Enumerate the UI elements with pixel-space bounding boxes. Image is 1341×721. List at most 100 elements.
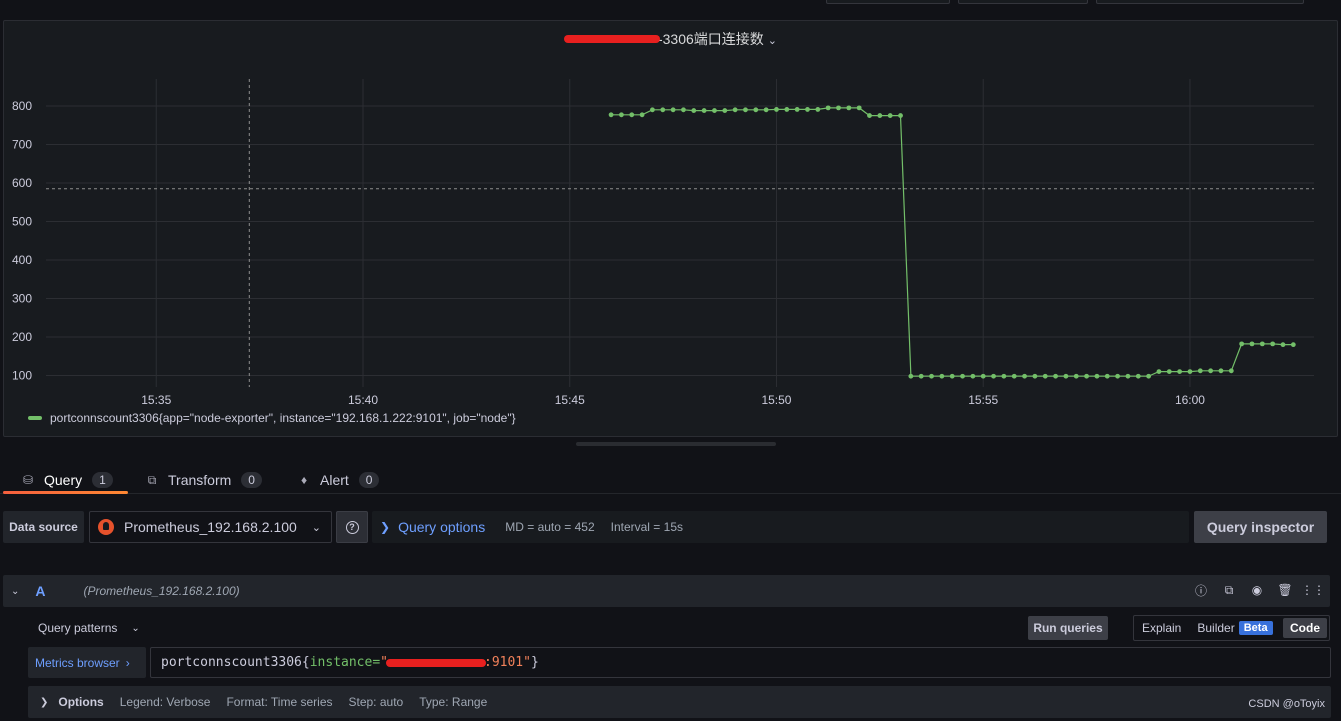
- data-point: [1022, 373, 1027, 379]
- x-tick-label: 16:00: [1175, 393, 1205, 407]
- data-point: [1208, 368, 1214, 374]
- editor-tabs: ⛁ Query 1 ⧉ Transform 0 ♦ Alert 0: [0, 460, 1341, 494]
- query-patterns-button[interactable]: Query patterns ⌄: [28, 615, 140, 641]
- chevron-down-icon: ⌄: [311, 522, 321, 534]
- data-point: [960, 373, 965, 379]
- query-row-header: ⌄ A (Prometheus_192.168.2.100) ⓘ ⧉ ◉ 🗑 ⋮…: [3, 575, 1330, 607]
- data-point: [939, 373, 945, 379]
- data-source-select[interactable]: Prometheus_192.168.2.100 ⌄: [89, 511, 332, 543]
- data-point: [732, 107, 738, 113]
- data-point: [619, 112, 624, 118]
- data-point: [836, 105, 841, 111]
- query-inspector-button[interactable]: Query inspector: [1194, 511, 1327, 543]
- data-point: [980, 373, 986, 379]
- eye-icon[interactable]: ◉: [1250, 583, 1264, 597]
- data-point: [1063, 373, 1069, 379]
- data-point: [608, 112, 614, 118]
- data-point: [743, 107, 748, 113]
- data-point: [1156, 369, 1162, 374]
- legend[interactable]: portconnscount3306{app="node-exporter", …: [28, 411, 516, 425]
- tab-count-badge: 1: [92, 472, 113, 488]
- data-point: [825, 105, 831, 111]
- panel-resize-handle[interactable]: [576, 442, 776, 446]
- tab-transform[interactable]: ⧉ Transform 0: [144, 466, 262, 494]
- legend-swatch: [28, 416, 42, 420]
- run-queries-button[interactable]: Run queries: [1028, 616, 1108, 640]
- data-point: [722, 108, 728, 113]
- tab-label: Alert: [320, 472, 349, 488]
- data-point: [1084, 373, 1089, 379]
- tab-count-badge: 0: [241, 472, 262, 488]
- tab-query[interactable]: ⛁ Query 1: [20, 466, 113, 494]
- data-point: [991, 373, 996, 379]
- metrics-browser-button[interactable]: Metrics browser ›: [28, 647, 146, 678]
- options-label: Options: [58, 695, 104, 709]
- query-options[interactable]: ❯ Query options MD = auto = 452 Interval…: [372, 511, 1189, 543]
- watermark: CSDN @oToyix: [1248, 698, 1325, 710]
- query-letter[interactable]: A: [35, 583, 45, 599]
- question-icon[interactable]: ⓘ: [1194, 583, 1208, 598]
- database-icon: ⛁: [22, 473, 34, 487]
- chevron-right-icon: ❯: [380, 520, 391, 534]
- expr-label: instance=: [309, 655, 381, 670]
- data-point: [1166, 369, 1172, 374]
- drag-handle-icon[interactable]: ⋮⋮: [1301, 583, 1325, 597]
- y-tick-label: 800: [12, 99, 32, 113]
- data-point: [1249, 341, 1255, 347]
- data-point: [1146, 373, 1152, 379]
- data-point: [701, 108, 707, 113]
- data-point: [1218, 368, 1224, 374]
- tab-label: Transform: [168, 472, 232, 488]
- top-control[interactable]: [826, 0, 950, 4]
- data-point: [1094, 373, 1100, 379]
- data-point: [918, 373, 924, 379]
- data-point: [774, 107, 779, 112]
- data-point: [763, 107, 769, 113]
- explain-toggle[interactable]: Explain: [1134, 621, 1189, 635]
- option-legend: Legend: Verbose: [119, 695, 211, 709]
- builder-mode[interactable]: Builder: [1189, 621, 1242, 635]
- query-editor[interactable]: portconnscount3306{instance= ":9101"}: [150, 647, 1331, 678]
- code-mode[interactable]: Code: [1283, 618, 1327, 638]
- data-point: [887, 113, 893, 118]
- data-point: [805, 107, 810, 112]
- data-point: [867, 113, 872, 118]
- duplicate-icon[interactable]: ⧉: [1222, 583, 1236, 597]
- chevron-right-icon: ❯: [40, 696, 49, 708]
- data-point: [877, 113, 883, 118]
- time-series-chart[interactable]: 100 200 300 400 500 600 700 800 15:35 15:40 15:45 1…: [4, 21, 1339, 438]
- expr-brace: {: [301, 655, 310, 670]
- help-button[interactable]: ?: [336, 511, 368, 543]
- legend-label: portconnscount3306{app="node-exporter", …: [50, 411, 516, 425]
- data-point: [794, 107, 800, 112]
- query-patterns-label: Query patterns: [38, 621, 118, 635]
- data-point: [1001, 373, 1007, 379]
- chevron-down-icon: ⌄: [131, 622, 140, 634]
- data-point: [691, 108, 697, 113]
- beta-badge: Beta: [1238, 621, 1273, 635]
- query-options-title: Query options: [398, 519, 486, 535]
- query-bar: Data source Prometheus_192.168.2.100 ⌄ ?…: [0, 508, 1341, 546]
- top-strip: [0, 0, 1341, 20]
- y-tick-label: 200: [12, 330, 32, 344]
- options-row[interactable]: ❯ Options Legend: Verbose Format: Time s…: [28, 686, 1331, 718]
- data-point: [815, 107, 821, 112]
- graph-panel: -3306端口连接数 ⌄ 100 200 300 400 500 600 700 800 15:3…: [3, 20, 1338, 437]
- transform-icon: ⧉: [147, 472, 157, 487]
- top-control[interactable]: [958, 0, 1088, 4]
- active-tab-indicator: [3, 491, 128, 494]
- data-point: [629, 112, 635, 118]
- metrics-browser-label: Metrics browser: [35, 655, 120, 670]
- y-tick-label: 600: [12, 176, 32, 190]
- redaction-mark: [386, 658, 486, 667]
- collapse-icon[interactable]: ⌄: [11, 586, 19, 597]
- data-point: [1270, 341, 1276, 347]
- tab-alert[interactable]: ♦ Alert 0: [296, 466, 380, 494]
- data-point: [712, 108, 717, 113]
- x-tick-label: 15:55: [968, 393, 998, 407]
- query-actions: ⓘ ⧉ ◉ 🗑 ⋮⋮: [1194, 583, 1325, 598]
- trash-icon[interactable]: 🗑: [1277, 583, 1292, 597]
- data-point: [856, 105, 862, 111]
- top-control[interactable]: [1096, 0, 1304, 4]
- data-point: [1125, 373, 1131, 379]
